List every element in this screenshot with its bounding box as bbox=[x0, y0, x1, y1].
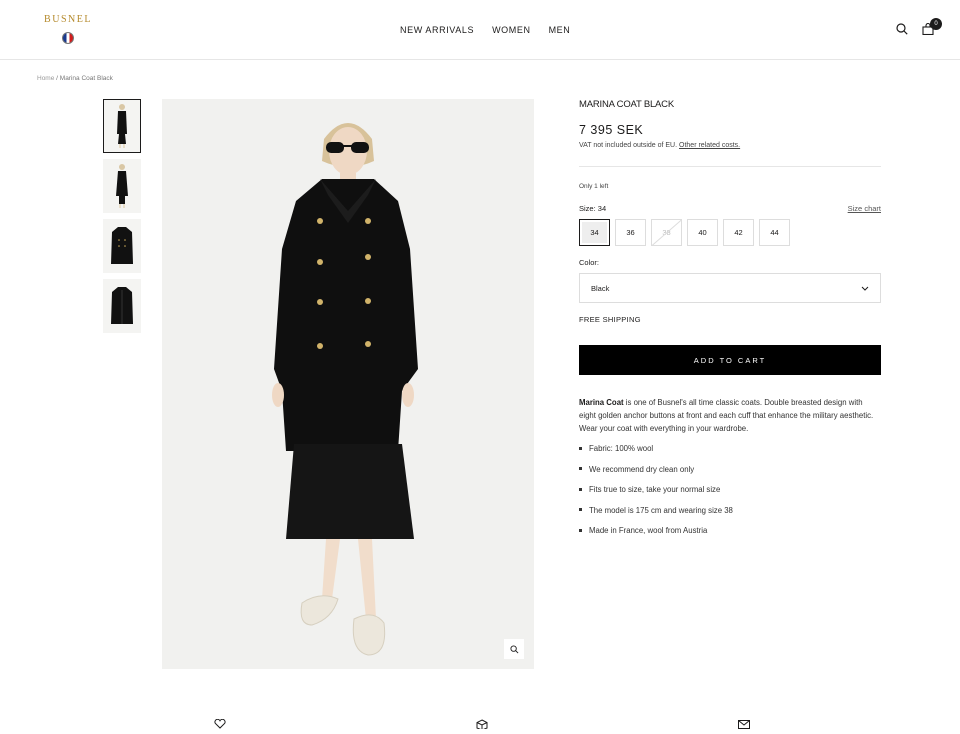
thumbnail-4[interactable] bbox=[103, 279, 141, 333]
brand-logo[interactable]: BUSNEL bbox=[38, 14, 98, 50]
list-item: Fabric: 100% wool bbox=[579, 442, 881, 463]
thumbnail-3[interactable] bbox=[103, 219, 141, 273]
product-info: MARINA COAT BLACK 7 395 SEK VAT not incl… bbox=[579, 99, 881, 545]
vat-notice: VAT not included outside of EU. Other re… bbox=[579, 142, 881, 149]
related-costs-link[interactable]: Other related costs. bbox=[679, 142, 740, 149]
size-option-36[interactable]: 36 bbox=[615, 219, 646, 246]
list-item: Made in France, wool from Austria bbox=[579, 524, 881, 545]
color-select-value: Black bbox=[591, 283, 610, 293]
size-option-42[interactable]: 42 bbox=[723, 219, 754, 246]
brand-crest-icon bbox=[62, 32, 74, 44]
breadcrumb-current: Marina Coat Black bbox=[59, 75, 113, 82]
search-icon[interactable] bbox=[896, 22, 908, 40]
chevron-down-icon bbox=[861, 286, 869, 291]
add-to-cart-button[interactable]: ADD TO CART bbox=[579, 345, 881, 375]
breadcrumb-separator: / bbox=[56, 75, 58, 82]
description-product-name: Marina Coat bbox=[579, 398, 624, 407]
stock-status: Only 1 left bbox=[579, 183, 609, 190]
product-description: Marina Coat is one of Busnel's all time … bbox=[579, 396, 881, 435]
product-title: MARINA COAT BLACK bbox=[579, 99, 674, 110]
nav-item-men[interactable]: MEN bbox=[549, 25, 571, 35]
zoom-button[interactable] bbox=[504, 639, 524, 659]
main-nav: NEW ARRIVALS WOMEN MEN bbox=[400, 25, 570, 35]
list-item: Fits true to size, take your normal size bbox=[579, 483, 881, 504]
cart-count-badge: 0 bbox=[930, 18, 942, 30]
shipping-notice: FREE SHIPPING bbox=[579, 315, 641, 324]
nav-item-women[interactable]: WOMEN bbox=[492, 25, 531, 35]
brand-name: BUSNEL bbox=[44, 14, 92, 25]
divider bbox=[579, 166, 881, 167]
mail-icon bbox=[738, 716, 750, 734]
vat-text: VAT not included outside of EU. bbox=[579, 142, 678, 149]
thumbnail-list bbox=[103, 99, 141, 339]
size-selected-value: 34 bbox=[597, 204, 607, 213]
heart-icon bbox=[214, 716, 226, 734]
size-option-44[interactable]: 44 bbox=[759, 219, 790, 246]
size-options: 34 36 38 40 42 44 bbox=[579, 219, 881, 246]
color-select[interactable]: Black bbox=[579, 273, 881, 303]
size-selection: Size: 34 bbox=[579, 204, 606, 213]
size-option-38[interactable]: 38 bbox=[651, 219, 682, 246]
product-main-image[interactable] bbox=[162, 99, 534, 669]
thumbnail-2[interactable] bbox=[103, 159, 141, 213]
product-price: 7 395 SEK bbox=[579, 123, 644, 137]
size-chart-link[interactable]: Size chart bbox=[848, 204, 881, 213]
description-text: is one of Busnel's all time classic coat… bbox=[579, 398, 874, 433]
list-item: We recommend dry clean only bbox=[579, 463, 881, 484]
breadcrumb: Home / Marina Coat Black bbox=[37, 75, 113, 82]
site-header: BUSNEL NEW ARRIVALS WOMEN MEN 0 bbox=[0, 0, 960, 60]
box-icon bbox=[476, 716, 488, 734]
size-option-40[interactable]: 40 bbox=[687, 219, 718, 246]
product-details-list: Fabric: 100% wool We recommend dry clean… bbox=[579, 442, 881, 545]
size-label: Size: bbox=[579, 204, 596, 213]
nav-item-new-arrivals[interactable]: NEW ARRIVALS bbox=[400, 25, 474, 35]
cart-button[interactable]: 0 bbox=[922, 18, 942, 40]
list-item: The model is 175 cm and wearing size 38 bbox=[579, 504, 881, 525]
header-actions: 0 bbox=[896, 18, 942, 40]
brand-tagline bbox=[38, 25, 98, 29]
breadcrumb-home[interactable]: Home bbox=[37, 75, 54, 82]
thumbnail-1[interactable] bbox=[103, 99, 141, 153]
size-header: Size: 34 Size chart bbox=[579, 204, 881, 213]
zoom-icon bbox=[509, 644, 518, 653]
color-label: Color: bbox=[579, 258, 600, 267]
size-option-34[interactable]: 34 bbox=[579, 219, 610, 246]
